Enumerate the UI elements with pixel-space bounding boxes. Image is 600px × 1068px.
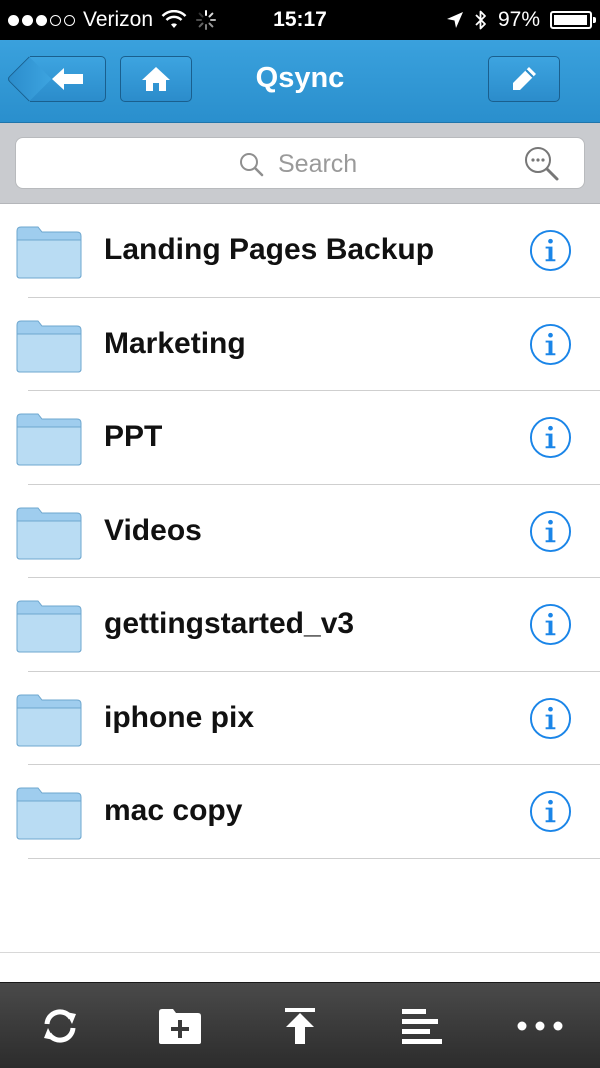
arrow-left-icon xyxy=(51,68,83,90)
search-bar xyxy=(0,123,600,204)
info-icon[interactable] xyxy=(529,510,572,553)
folder-icon xyxy=(16,413,82,466)
more-button[interactable] xyxy=(515,1003,565,1049)
folder-icon xyxy=(16,320,82,372)
info-icon[interactable] xyxy=(529,603,572,646)
edit-button[interactable] xyxy=(488,56,560,102)
bluetooth-icon xyxy=(475,10,486,30)
status-bar: Verizon 15:17 97% xyxy=(0,0,600,40)
list-item[interactable]: mac copy xyxy=(0,765,600,859)
folder-icon xyxy=(16,600,82,653)
bottom-toolbar xyxy=(0,982,600,1068)
list-item[interactable]: PPT xyxy=(0,391,600,485)
list-item[interactable]: gettingstarted_v3 xyxy=(0,578,600,672)
file-name: Landing Pages Backup xyxy=(104,233,435,266)
file-list: Landing Pages Backup Marketing PPT Video… xyxy=(0,204,600,859)
navigation-bar: Qsync xyxy=(0,40,600,123)
sort-icon xyxy=(402,1009,442,1044)
file-name: PPT xyxy=(104,420,163,453)
more-icon xyxy=(517,1021,563,1031)
info-icon[interactable] xyxy=(529,790,572,833)
search-icon xyxy=(240,153,264,177)
location-arrow-icon xyxy=(446,12,463,28)
file-name: Videos xyxy=(104,513,202,547)
folder-icon xyxy=(16,226,82,279)
file-name: gettingstarted_v3 xyxy=(104,607,355,640)
info-icon[interactable] xyxy=(529,697,572,740)
folder-icon xyxy=(16,694,82,746)
info-icon[interactable] xyxy=(529,323,572,366)
upload-button[interactable] xyxy=(275,1003,325,1049)
folder-icon xyxy=(16,787,82,840)
new-folder-icon xyxy=(159,1009,201,1044)
info-icon[interactable] xyxy=(529,229,572,272)
folder-icon xyxy=(16,507,82,559)
search-field[interactable] xyxy=(15,137,585,189)
list-item[interactable]: Marketing xyxy=(0,298,600,391)
back-button[interactable] xyxy=(30,56,106,102)
search-input[interactable] xyxy=(276,146,520,182)
pencil-icon xyxy=(513,67,536,90)
home-icon xyxy=(142,67,170,91)
upload-icon xyxy=(285,1008,315,1044)
status-right: 97% xyxy=(446,8,596,32)
row-separator xyxy=(28,857,600,859)
list-item[interactable]: iphone pix xyxy=(0,672,600,765)
battery-percent: 97% xyxy=(497,8,540,31)
battery-fill xyxy=(554,15,587,25)
list-item[interactable]: Landing Pages Backup xyxy=(0,204,600,298)
battery-icon xyxy=(550,11,596,29)
file-name: mac copy xyxy=(104,794,243,827)
sort-button[interactable] xyxy=(395,1003,445,1049)
new-folder-button[interactable] xyxy=(155,1003,205,1049)
page-title: Qsync xyxy=(255,62,345,94)
info-icon[interactable] xyxy=(529,416,572,459)
list-divider xyxy=(0,952,600,953)
refresh-icon xyxy=(44,1009,76,1043)
home-button[interactable] xyxy=(120,56,192,102)
file-name: iphone pix xyxy=(104,700,254,734)
file-name: Marketing xyxy=(104,326,246,360)
refresh-button[interactable] xyxy=(35,1003,85,1049)
battery-nub xyxy=(593,17,596,23)
list-item[interactable]: Videos xyxy=(0,485,600,578)
search-more-icon[interactable] xyxy=(521,143,561,183)
